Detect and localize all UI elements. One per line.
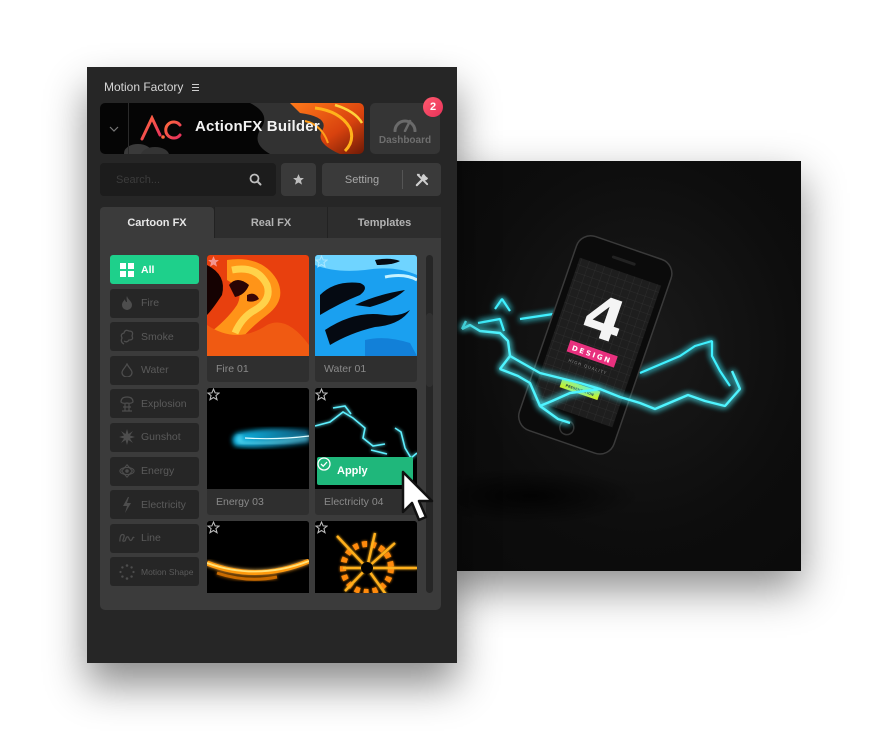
effect-thumbnail xyxy=(315,521,417,593)
dotted-circle-icon xyxy=(119,564,135,580)
category-motion-shape[interactable]: Motion Shape xyxy=(110,557,199,587)
search-input[interactable] xyxy=(100,163,250,196)
star-icon xyxy=(293,174,304,185)
banner-title: ActionFX Builder xyxy=(195,118,320,135)
category-label: Smoke xyxy=(141,330,174,343)
effect-thumbnail xyxy=(207,388,309,489)
fire-line-thumbnail-art xyxy=(207,521,309,593)
atom-icon xyxy=(119,464,135,479)
mouse-cursor-icon xyxy=(401,470,434,522)
category-explosion[interactable]: Explosion xyxy=(110,389,199,419)
category-gunshot[interactable]: Gunshot xyxy=(110,422,199,452)
category-line[interactable]: Line xyxy=(110,523,199,553)
category-label: Fire xyxy=(141,297,160,310)
effect-card[interactable] xyxy=(207,521,309,593)
effect-card[interactable]: Water 01 xyxy=(315,255,417,382)
category-label: Explosion xyxy=(141,397,187,410)
check-circle-icon xyxy=(317,457,331,471)
apply-label: Apply xyxy=(337,465,368,477)
tab-cartoon-fx[interactable]: Cartoon FX xyxy=(100,207,214,238)
category-list: All Fire Smoke Water Explosion Gunshot E… xyxy=(110,255,199,591)
fire-thumbnail-art xyxy=(207,255,309,356)
category-label: Gunshot xyxy=(141,431,181,444)
effect-name: Energy 03 xyxy=(216,496,264,508)
category-electricity[interactable]: Electricity xyxy=(110,490,199,520)
favorite-star-icon[interactable] xyxy=(207,521,220,534)
dashboard-button[interactable]: Dashboard 2 xyxy=(370,97,443,154)
category-water[interactable]: Water xyxy=(110,355,199,385)
chevron-down-icon xyxy=(109,126,119,132)
favorite-star-icon[interactable] xyxy=(315,521,328,534)
preview-canvas: 4 DESIGN HIGH QUALITY PRESENTATION xyxy=(440,161,801,571)
phone-mockup: 4 DESIGN HIGH QUALITY PRESENTATION xyxy=(517,235,673,455)
category-label: Energy xyxy=(141,465,175,478)
favorite-star-icon[interactable] xyxy=(315,388,328,401)
category-label: All xyxy=(141,263,155,276)
tab-real-fx[interactable]: Real FX xyxy=(214,207,327,238)
phone-preview-artwork: 4 DESIGN HIGH QUALITY PRESENTATION xyxy=(440,235,742,524)
setting-button[interactable]: Setting xyxy=(322,174,402,186)
hamburger-icon[interactable] xyxy=(192,83,200,91)
effects-grid: Fire 01 Water 01 Energy 03 Apply Electri… xyxy=(207,255,419,593)
category-label: Line xyxy=(141,532,161,545)
panel-title: Motion Factory xyxy=(104,80,184,94)
effects-scrollbar[interactable] xyxy=(426,255,433,593)
flame-icon xyxy=(122,296,132,311)
actionfx-logo xyxy=(140,115,182,141)
explosion-thumbnail-art xyxy=(315,521,417,593)
tab-templates[interactable]: Templates xyxy=(327,207,441,238)
effect-thumbnail xyxy=(207,521,309,593)
effect-tabs: Cartoon FX Real FX Templates xyxy=(100,207,441,238)
water-thumbnail-art xyxy=(315,255,417,356)
plugin-banner: ActionFX Builder xyxy=(100,103,364,154)
effect-name: Water 01 xyxy=(324,363,367,375)
scrollbar-thumb[interactable] xyxy=(426,313,433,387)
category-fire[interactable]: Fire xyxy=(110,288,199,318)
smoke-icon xyxy=(120,329,134,345)
effect-card[interactable]: Fire 01 xyxy=(207,255,309,382)
panel-header: Motion Factory xyxy=(104,80,200,94)
search-icon[interactable] xyxy=(249,173,262,186)
category-label: Water xyxy=(141,364,169,377)
grid-icon xyxy=(120,262,134,277)
speedometer-icon xyxy=(393,119,417,132)
apply-button[interactable]: Apply xyxy=(317,457,413,485)
effect-thumbnail xyxy=(315,255,417,356)
mushroom-cloud-icon xyxy=(120,396,134,412)
category-label: Electricity xyxy=(141,498,186,511)
favorite-star-icon[interactable] xyxy=(207,255,220,268)
notification-badge: 2 xyxy=(423,97,443,117)
effect-thumbnail xyxy=(207,255,309,356)
phone-shadow xyxy=(440,468,640,524)
favorite-star-icon[interactable] xyxy=(315,255,328,268)
effect-card[interactable] xyxy=(315,521,417,593)
category-smoke[interactable]: Smoke xyxy=(110,322,199,352)
squiggle-line-icon xyxy=(119,534,135,543)
effect-card[interactable]: Energy 03 xyxy=(207,388,309,515)
water-drop-icon xyxy=(121,363,133,378)
category-energy[interactable]: Energy xyxy=(110,456,199,486)
motion-factory-panel: Motion Factory ActionFX Builder Dashboar… xyxy=(87,67,457,663)
favorites-button[interactable] xyxy=(281,163,316,196)
panel-dropdown-toggle[interactable] xyxy=(100,103,129,154)
effect-name: Fire 01 xyxy=(216,363,249,375)
dashboard-label: Dashboard xyxy=(378,135,432,146)
category-all[interactable]: All xyxy=(110,255,199,284)
tab-content: All Fire Smoke Water Explosion Gunshot E… xyxy=(100,238,441,610)
favorite-star-icon[interactable] xyxy=(207,388,220,401)
burst-icon xyxy=(119,429,135,446)
tools-icon xyxy=(415,173,428,187)
setting-button-group: Setting xyxy=(322,163,441,196)
lightning-icon xyxy=(123,496,131,513)
energy-thumbnail-art xyxy=(207,388,309,489)
category-label: Motion Shape xyxy=(141,566,194,577)
tools-button[interactable] xyxy=(403,172,441,187)
search-box xyxy=(100,163,276,196)
